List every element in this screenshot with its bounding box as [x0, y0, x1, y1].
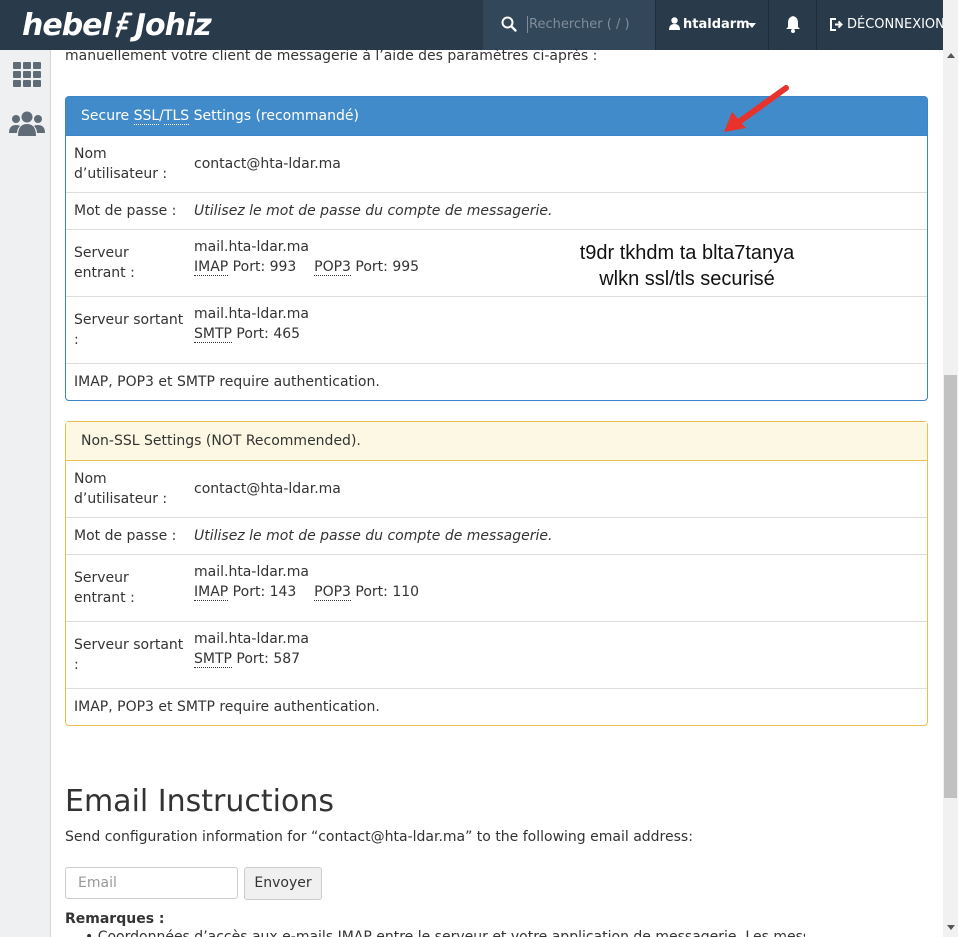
- outgoing-ports: SMTP Port: 465: [194, 324, 309, 344]
- password-value: Utilisez le mot de passe du compte de me…: [194, 528, 553, 544]
- password-row: Mot de passe : Utilisez le mot de passe …: [66, 193, 927, 230]
- annotation-line-2: wlkn ssl/tls securisé: [599, 268, 775, 290]
- incoming-server-row: Serveur entrant : mail.hta-ldar.ma IMAP …: [66, 555, 927, 622]
- send-button[interactable]: Envoyer: [244, 867, 322, 900]
- incoming-ports: IMAP Port: 143 POP3 Port: 110: [194, 582, 419, 602]
- apps-grid-icon[interactable]: [13, 62, 41, 88]
- nav-divider: [768, 0, 769, 50]
- password-value: Utilisez le mot de passe du compte de me…: [194, 203, 553, 219]
- tls-abbr: TLS: [163, 108, 190, 125]
- pop3-port: Port: 995: [350, 259, 420, 275]
- smtp-port: Port: 587: [231, 651, 301, 667]
- password-label: Mot de passe :: [74, 203, 177, 219]
- nav-divider: [816, 0, 817, 50]
- pop3-port: Port: 110: [350, 584, 420, 600]
- sidebar: [0, 50, 51, 937]
- incoming-value: mail.hta-ldar.ma IMAP Port: 143 POP3 Por…: [194, 562, 419, 602]
- outgoing-server-row: Serveur sortant : mail.hta-ldar.ma SMTP …: [66, 297, 927, 364]
- section-title: Email Instructions: [65, 784, 334, 819]
- scroll-up-icon[interactable]: [947, 53, 955, 58]
- outgoing-server-row: Serveur sortant : mail.hta-ldar.ma SMTP …: [66, 622, 927, 689]
- scroll-down-icon[interactable]: [947, 925, 955, 930]
- outgoing-value: mail.hta-ldar.ma SMTP Port: 587: [194, 629, 309, 669]
- ssl-abbr: SSL: [133, 108, 160, 125]
- search-icon: [501, 16, 517, 32]
- username-value: contact@hta-ldar.ma: [194, 156, 341, 172]
- search-box[interactable]: Rechercher ( / ): [483, 0, 655, 50]
- smtp-port: Port: 465: [231, 326, 301, 342]
- username-row: Nom d’utilisateur : contact@hta-ldar.ma: [66, 461, 927, 518]
- outgoing-label: Serveur sortant :: [74, 637, 184, 673]
- password-row: Mot de passe : Utilisez le mot de passe …: [66, 518, 927, 555]
- logout-button[interactable]: DÉCONNEXION: [830, 17, 945, 32]
- auth-note-row: IMAP, POP3 et SMTP require authenticatio…: [66, 364, 927, 400]
- bullet-text: Coordonnées d’accès aux e-mails IMAP ent…: [97, 929, 805, 937]
- list-item: • Coordonnées d’accès aux e-mails IMAP e…: [85, 928, 805, 937]
- auth-note: IMAP, POP3 et SMTP require authenticatio…: [74, 374, 380, 390]
- panel-title-text: Secure: [81, 108, 134, 124]
- smtp-abbr: SMTP: [194, 651, 232, 668]
- password-label: Mot de passe :: [74, 528, 177, 544]
- scrollbar-thumb[interactable]: [944, 375, 957, 798]
- incoming-label: Serveur entrant :: [74, 570, 135, 606]
- users-group-icon[interactable]: [9, 110, 45, 136]
- username-label: Nom d’utilisateur :: [74, 471, 168, 507]
- incoming-ports: IMAP Port: 993 POP3 Port: 995: [194, 257, 419, 277]
- top-navbar: hebel Johiz Rechercher ( / ) htaldarm DÉ: [0, 0, 945, 50]
- auth-note: IMAP, POP3 et SMTP require authenticatio…: [74, 699, 380, 715]
- username-row: Nom d’utilisateur : contact@hta-ldar.ma: [66, 136, 927, 193]
- logout-label: DÉCONNEXION: [847, 17, 945, 32]
- bell-icon[interactable]: [785, 15, 801, 33]
- pop3-abbr: POP3: [314, 584, 351, 601]
- brand-logo[interactable]: hebel Johiz: [22, 6, 212, 44]
- outgoing-ports: SMTP Port: 587: [194, 649, 309, 669]
- user-menu[interactable]: htaldarm: [656, 0, 768, 50]
- logo-text-right: Johiz: [134, 7, 212, 43]
- logo-mark-icon: [115, 12, 133, 38]
- annotation-text: t9dr tkhdm ta blta7tanya wlkn ssl/tls se…: [540, 240, 834, 292]
- logout-icon: [830, 18, 843, 31]
- incoming-host: mail.hta-ldar.ma: [194, 239, 309, 255]
- section-description: Send configuration information for “cont…: [65, 829, 693, 845]
- annotation-line-1: t9dr tkhdm ta blta7tanya: [579, 242, 795, 264]
- username-label: Nom d’utilisateur :: [74, 146, 168, 182]
- incoming-host: mail.hta-ldar.ma: [194, 564, 309, 580]
- intro-text: manuellement votre client de messagerie …: [65, 48, 598, 64]
- annotation-arrow-icon: [724, 85, 789, 132]
- remarks-label: Remarques :: [65, 911, 165, 927]
- auth-note-row: IMAP, POP3 et SMTP require authenticatio…: [66, 689, 927, 725]
- smtp-abbr: SMTP: [194, 326, 232, 343]
- outgoing-host: mail.hta-ldar.ma: [194, 631, 309, 647]
- username-value: contact@hta-ldar.ma: [194, 481, 341, 497]
- logo-text-left: hebel: [22, 7, 112, 43]
- scrollbar[interactable]: [943, 0, 958, 937]
- outgoing-label: Serveur sortant :: [74, 312, 184, 348]
- user-icon: [669, 17, 680, 30]
- username: htaldarm: [683, 17, 750, 32]
- panel-heading: Non-SSL Settings (NOT Recommended).: [66, 422, 927, 461]
- imap-abbr: IMAP: [194, 259, 229, 276]
- nonssl-settings-panel: Non-SSL Settings (NOT Recommended). Nom …: [65, 421, 928, 726]
- incoming-value: mail.hta-ldar.ma IMAP Port: 993 POP3 Por…: [194, 237, 419, 277]
- email-field[interactable]: Email: [65, 867, 238, 899]
- search-input[interactable]: Rechercher ( / ): [527, 16, 630, 33]
- outgoing-host: mail.hta-ldar.ma: [194, 306, 309, 322]
- imap-port: Port: 143: [228, 584, 297, 600]
- chevron-down-icon: [748, 23, 756, 28]
- pop3-abbr: POP3: [314, 259, 351, 276]
- outgoing-value: mail.hta-ldar.ma SMTP Port: 465: [194, 304, 309, 344]
- imap-port: Port: 993: [228, 259, 297, 275]
- panel-title-suffix: Settings (recommandé): [189, 108, 359, 124]
- imap-abbr: IMAP: [194, 584, 229, 601]
- incoming-label: Serveur entrant :: [74, 245, 135, 281]
